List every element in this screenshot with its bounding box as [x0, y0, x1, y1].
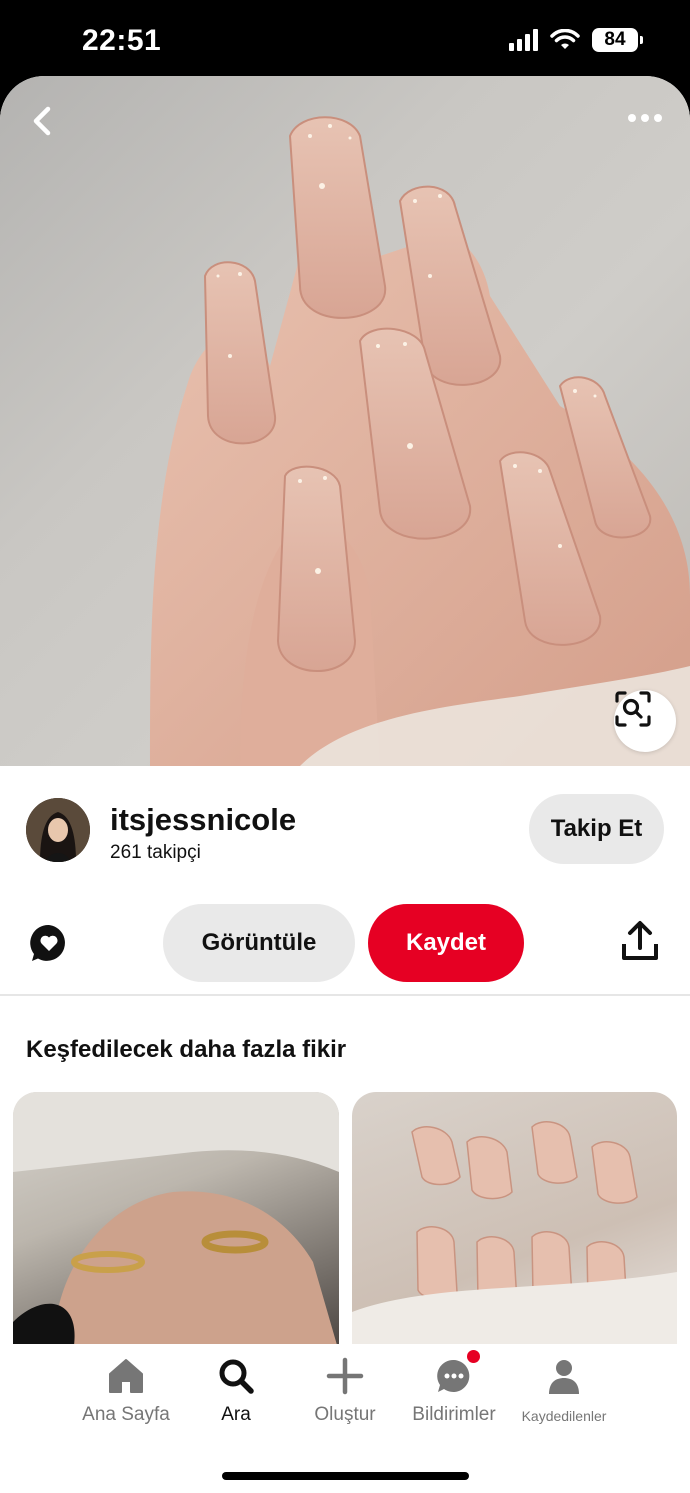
heart-bubble-icon	[30, 924, 65, 961]
related-pin[interactable]	[352, 1092, 677, 1352]
profile-icon	[549, 1360, 579, 1394]
nav-label: Ara	[221, 1404, 251, 1425]
battery-indicator: 84	[592, 28, 643, 52]
nav-label: Kaydedilenler	[521, 1408, 607, 1424]
avatar[interactable]	[26, 798, 90, 862]
section-title: Keşfedilecek daha fazla fikir	[26, 1036, 347, 1063]
creator-row: itsjessnicole 261 takipçi Takip Et	[0, 790, 690, 870]
related-pin[interactable]	[13, 1092, 339, 1352]
pin-detail-screen: itsjessnicole 261 takipçi Takip Et Görün…	[0, 76, 690, 1493]
back-button[interactable]	[30, 106, 66, 142]
visual-search-button[interactable]	[614, 690, 676, 752]
rings-hand-illustration	[13, 1092, 339, 1352]
react-button[interactable]	[28, 922, 70, 964]
nails-illustration	[352, 1121, 677, 1352]
follower-count: 261 takipçi	[110, 842, 201, 863]
nav-label: Oluştur	[314, 1404, 376, 1425]
nav-saved[interactable]: Kaydedilenler	[514, 1354, 614, 1424]
action-row: Görüntüle Kaydet	[0, 902, 690, 982]
nav-notifications[interactable]: Bildirimler	[408, 1350, 500, 1426]
status-bar: 22:51 84	[0, 0, 690, 76]
lens-search-icon	[615, 691, 651, 727]
bottom-nav: Ana Sayfa Ara Oluştur Bildirimler Kayded…	[0, 1344, 690, 1493]
home-indicator	[222, 1472, 469, 1480]
view-button[interactable]: Görüntüle	[163, 904, 355, 982]
nav-label: Bildirimler	[412, 1404, 496, 1425]
divider	[0, 994, 690, 996]
nav-search[interactable]: Ara	[208, 1354, 264, 1426]
plus-icon	[326, 1357, 364, 1395]
save-button[interactable]: Kaydet	[368, 904, 524, 982]
chevron-left-icon	[33, 106, 51, 136]
signal-icon	[509, 29, 538, 51]
pin-image[interactable]	[0, 76, 690, 766]
nav-create[interactable]: Oluştur	[310, 1354, 380, 1426]
status-icons: 84	[509, 28, 643, 52]
share-icon	[622, 921, 658, 960]
dot-icon	[641, 114, 649, 122]
home-icon	[109, 1359, 143, 1393]
search-icon	[219, 1359, 254, 1394]
follow-button[interactable]: Takip Et	[529, 794, 664, 864]
nails-hand-illustration	[150, 116, 690, 766]
more-options-button[interactable]	[628, 114, 662, 122]
notification-badge	[467, 1350, 480, 1363]
nav-home[interactable]: Ana Sayfa	[80, 1354, 172, 1426]
chat-bubble-icon	[437, 1359, 470, 1392]
dot-icon	[654, 114, 662, 122]
dot-icon	[628, 114, 636, 122]
wifi-icon	[550, 29, 580, 49]
share-button[interactable]	[620, 920, 660, 964]
creator-name[interactable]: itsjessnicole	[110, 802, 296, 838]
status-time: 22:51	[82, 24, 162, 57]
avatar-illustration	[26, 798, 90, 862]
nav-label: Ana Sayfa	[82, 1404, 170, 1425]
